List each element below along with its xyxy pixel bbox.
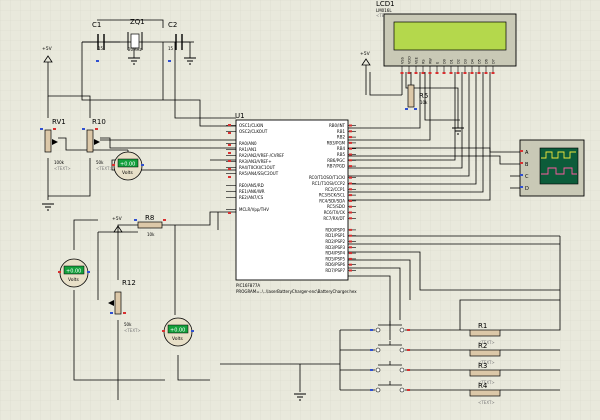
lcd-pin-label: D0 xyxy=(442,59,446,64)
u1-model: PIC16F877A xyxy=(236,283,260,288)
scope-channel-label: A xyxy=(525,150,529,156)
mcu-pin-label: RC4/SDI/SDA xyxy=(319,198,345,203)
mcu-pin-label: RB0/INT xyxy=(329,123,346,128)
mcu-pin-label: RD1/PSP1 xyxy=(325,233,345,238)
schematic-canvas[interactable]: C1 15 ZQ1 20MHz C2 15 +5V RV1 100k <TEXT… xyxy=(0,0,600,420)
r3-ref: R3 xyxy=(478,362,487,370)
lcd1-ref: LCD1 xyxy=(376,0,395,8)
mcu-pin-label: RA1/AN1 xyxy=(239,147,257,152)
lcd-pin-label: D1 xyxy=(449,59,453,64)
mcu-pin-label: RD3/PSP3 xyxy=(325,245,345,250)
u1-ref: U1 xyxy=(235,112,245,120)
mcu-pin-label: RD6/PSP6 xyxy=(325,262,345,267)
c2-ref: C2 xyxy=(168,21,177,29)
c1-ref: C1 xyxy=(92,21,101,29)
mcu-pin-label: RA5/AN4/SS/C2OUT xyxy=(239,171,279,176)
voltmeter-1-reading: +0.00 xyxy=(120,162,135,168)
mcu-pin-label: MCLR/Vpp/THV xyxy=(239,207,269,212)
mcu-pin-label: RB2 xyxy=(337,135,346,140)
mcu-pin-label: RC7/RX/DT xyxy=(323,216,345,221)
scope-channel-label: B xyxy=(525,162,529,168)
mcu-pin-label: RB1 xyxy=(337,129,346,134)
microcontroller-u1[interactable]: U1 OSC1/CLKINOSC2/CLKOUTRA0/AN0RA1/AN1RA… xyxy=(226,112,357,294)
svg-text:<TEXT>: <TEXT> xyxy=(54,166,71,171)
mcu-pin-label: RB7/PGD xyxy=(327,164,345,169)
lcd-screen xyxy=(393,21,507,51)
lcd-pin-label: RW xyxy=(428,58,432,64)
svg-text:<TEXT>: <TEXT> xyxy=(124,328,141,333)
mcu-pin-label: RE1/AN6/WR xyxy=(239,189,265,194)
lcd-pin-label: D6 xyxy=(484,59,488,64)
lcd-pin-label: D4 xyxy=(470,58,474,64)
voltmeter-3-reading: +0.00 xyxy=(170,328,185,334)
lcd-pin-label: D3 xyxy=(463,59,467,64)
oscilloscope[interactable]: ABCD xyxy=(519,139,585,197)
voltmeter-2-reading: +0.00 xyxy=(66,269,81,275)
mcu-pin-label: RD4/PSP4 xyxy=(325,251,345,256)
mcu-pin-label: RE2/AN7/CS xyxy=(239,195,264,200)
mcu-pin-label: RC3/SCK/SCL xyxy=(319,193,346,198)
c2-value: 15 xyxy=(168,46,174,51)
r8-value: 10k xyxy=(147,232,155,237)
r1-ref: R1 xyxy=(478,322,487,330)
mcu-pin-label: RC1/T1OSI/CCP2 xyxy=(312,181,345,186)
mcu-pin-label: RA2/AN2/VREF-/CVREF xyxy=(239,153,285,158)
lcd-pin-label: VDD xyxy=(407,56,411,64)
mcu-pin-label: RA4/T0CKI/C1OUT xyxy=(239,165,276,170)
r10-ref: R10 xyxy=(92,118,106,126)
mcu-pin-label: OSC2/CLKOUT xyxy=(239,129,268,134)
mcu-pin-label: RD5/PSP5 xyxy=(325,256,345,261)
scope-channel-label: D xyxy=(525,186,529,192)
lcd-pin-label: E xyxy=(435,62,439,64)
mcu-pin-label: RC2/CCP1 xyxy=(325,187,345,192)
mcu-pin-label: RC0/T1OSO/T1CKI xyxy=(309,175,345,180)
svg-text:+5V: +5V xyxy=(112,216,123,222)
mcu-pin-label: RE0/AN5/RD xyxy=(239,183,264,188)
mcu-pin-label: RB4 xyxy=(337,146,346,151)
mcu-pin-label: OSC1/CLKIN xyxy=(239,123,263,128)
r5-ref: R5 xyxy=(419,92,428,100)
mcu-pin-label: RD2/PSP2 xyxy=(325,239,345,244)
c1-value: 15 xyxy=(98,46,104,51)
mcu-pin-label: RB6/PGC xyxy=(327,158,345,163)
svg-text:<TEXT>: <TEXT> xyxy=(478,400,495,405)
mcu-pin-label: RB3/PGM xyxy=(327,140,346,145)
lcd-pin-label: VSS xyxy=(400,56,404,64)
mcu-pin-label: RA3/AN3/VREF+ xyxy=(239,159,272,164)
r12-value: 50k xyxy=(124,322,132,327)
r2-ref: R2 xyxy=(478,342,487,350)
svg-text:+5V: +5V xyxy=(360,51,371,57)
lcd-pin-label: D7 xyxy=(491,59,495,64)
r4-ref: R4 xyxy=(478,382,488,390)
mcu-pin-label: RD7/PSP7 xyxy=(325,268,345,273)
svg-text:Volts: Volts xyxy=(172,336,183,342)
rv1-ref: RV1 xyxy=(52,118,66,126)
zq1-ref: ZQ1 xyxy=(130,18,145,26)
scope-channel-label: C xyxy=(525,174,529,180)
svg-text:Volts: Volts xyxy=(122,170,133,176)
lcd-pin-label: D2 xyxy=(456,59,460,64)
lcd-pin-label: D5 xyxy=(477,59,481,64)
svg-text:+5V: +5V xyxy=(42,46,53,52)
r12-ref: R12 xyxy=(122,279,136,287)
lcd-pin-label: RS xyxy=(421,59,425,64)
mcu-pin-label: RD0/PSP0 xyxy=(325,227,345,232)
zq1-value: 20MHz xyxy=(128,47,142,52)
rv1-value: 100k xyxy=(54,160,65,165)
svg-text:Volts: Volts xyxy=(68,277,79,283)
mcu-pin-label: RA0/AN0 xyxy=(239,141,257,146)
r10-value: 50k xyxy=(96,160,104,165)
mcu-pin-label: RC6/TX/CK xyxy=(324,210,346,215)
lcd-pin-label: VEE xyxy=(414,57,418,64)
mcu-pin-label: RC5/SDO xyxy=(327,204,345,209)
r8-ref: R8 xyxy=(145,214,154,222)
mcu-pin-label: RB5 xyxy=(337,152,346,157)
r5-value: 10k xyxy=(420,100,428,105)
u1-program: PROGRAM=..\..\laserBatteryCharger-enc\Ba… xyxy=(236,289,357,294)
svg-text:<TEXT>: <TEXT> xyxy=(96,166,113,171)
